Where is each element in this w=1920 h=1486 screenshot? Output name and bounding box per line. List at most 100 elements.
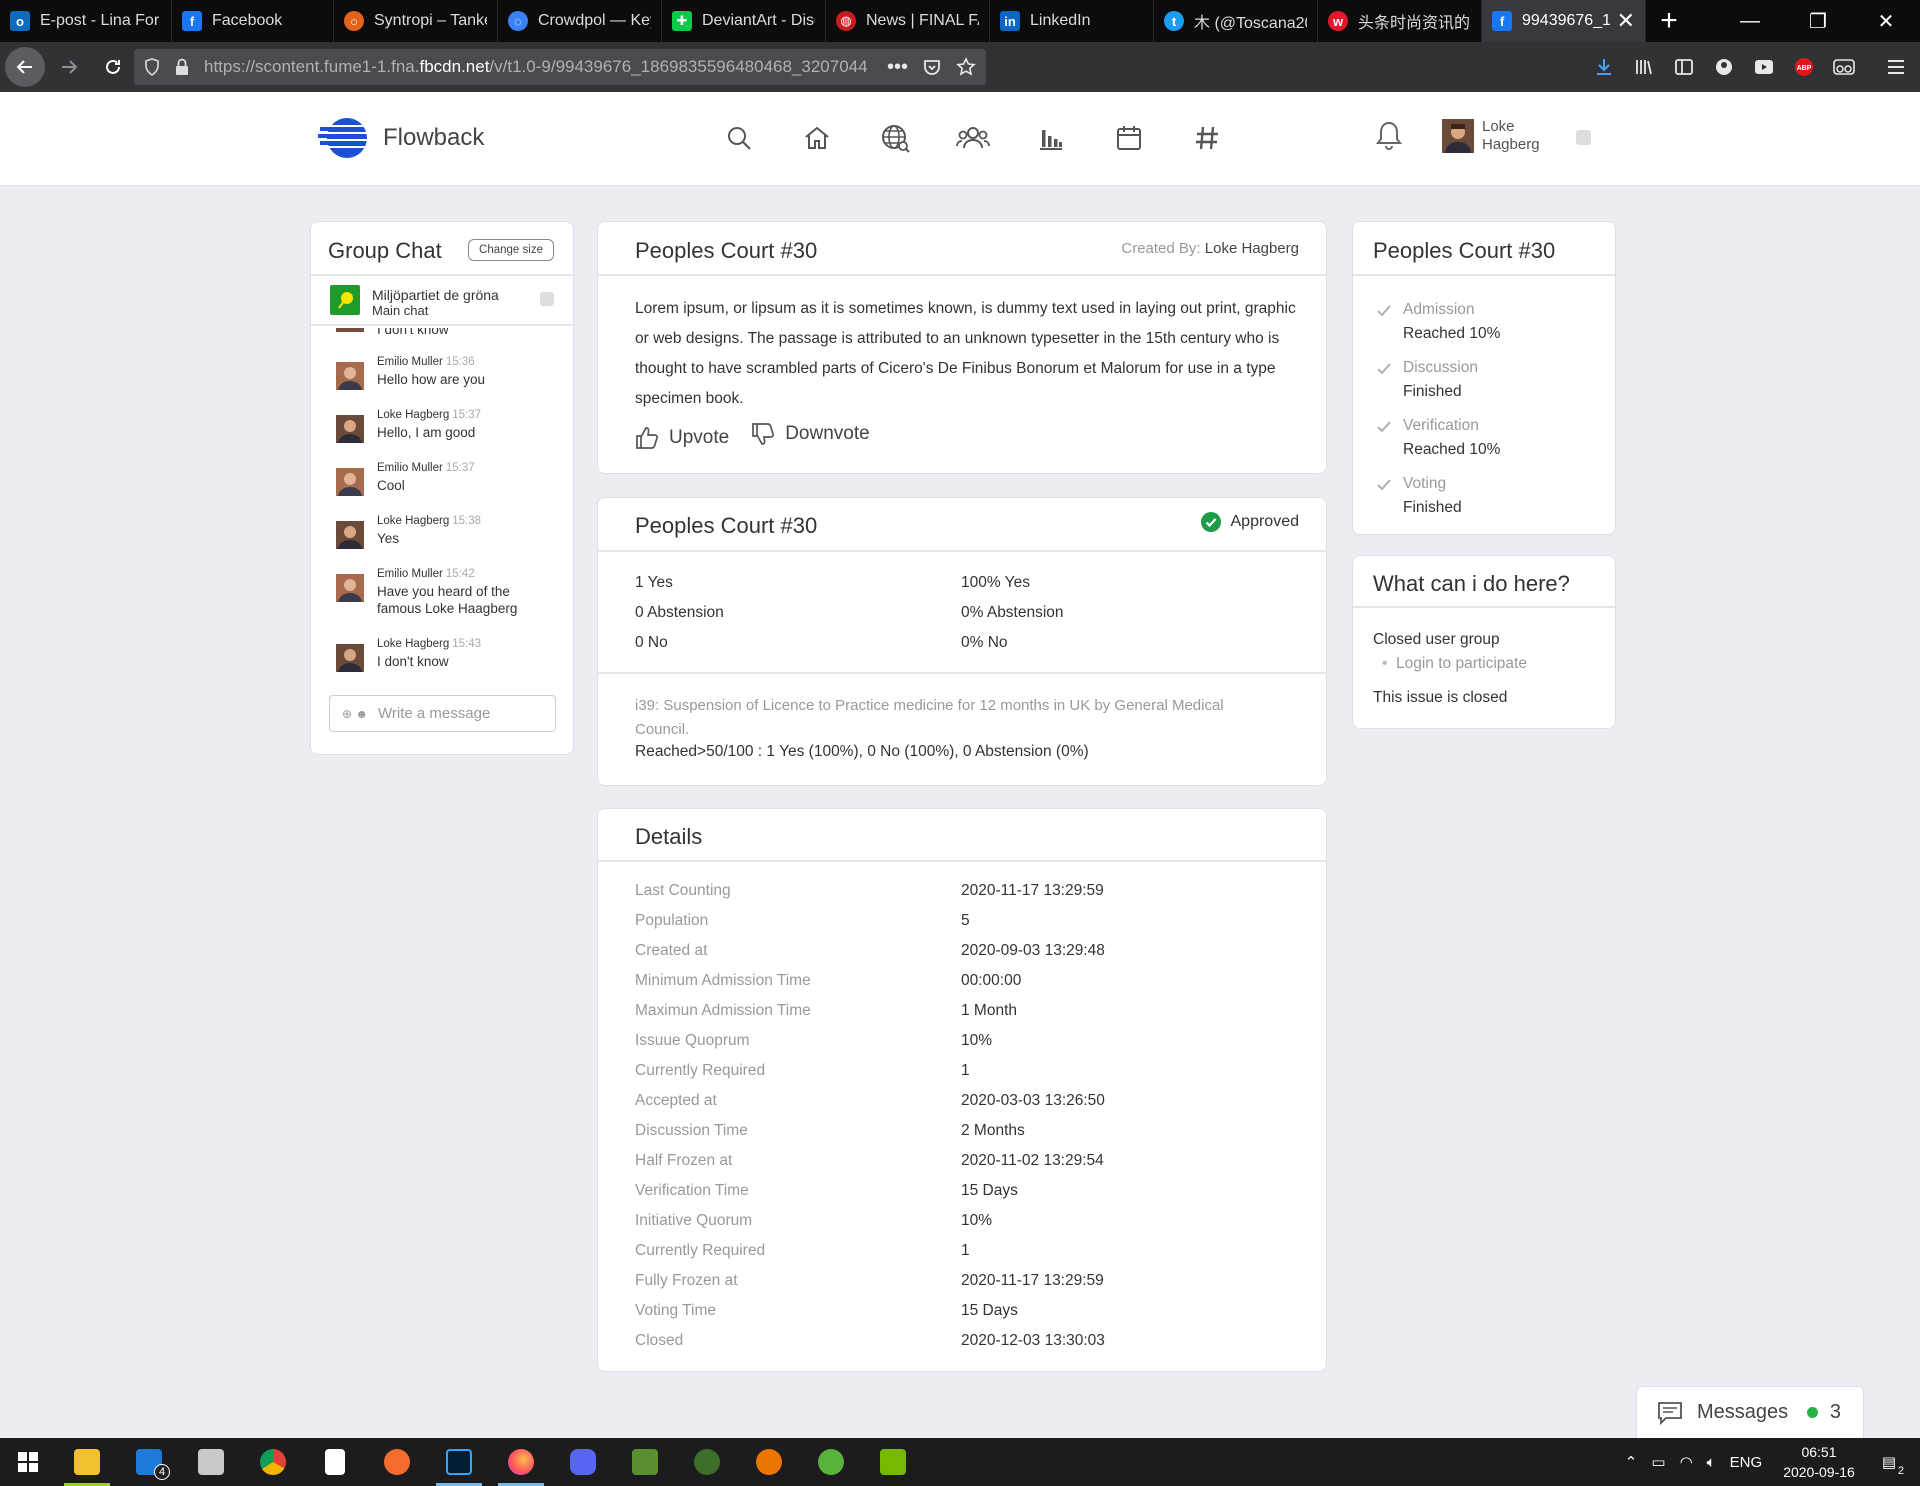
user-dropdown-icon[interactable]: [1576, 130, 1591, 145]
chat-message-input-wrap[interactable]: ⊕ ☻: [329, 695, 556, 732]
nav-statistics[interactable]: [1012, 118, 1090, 158]
downvote-button[interactable]: Downvote: [751, 422, 870, 446]
extension-glasses-icon[interactable]: [1824, 42, 1864, 92]
sidebar-icon[interactable]: [1664, 42, 1704, 92]
url-text[interactable]: https://scontent.fume1-1.fna.fbcdn.net/v…: [204, 57, 874, 77]
origin-icon[interactable]: [366, 1438, 428, 1486]
pocket-icon[interactable]: [922, 57, 942, 77]
lock-icon[interactable]: [174, 58, 190, 76]
library-icon[interactable]: [1624, 42, 1664, 92]
language-indicator[interactable]: ENG: [1730, 1454, 1763, 1471]
message-text: Hello how are you: [377, 372, 486, 387]
messages-bar[interactable]: Messages 3: [1636, 1386, 1864, 1438]
chat-message-list[interactable]: I don't know Emilio Muller 15:36 Hello ho…: [311, 328, 573, 688]
notifications-bell[interactable]: [1374, 120, 1404, 152]
chrome-icon[interactable]: [242, 1438, 304, 1486]
restore-icon[interactable]: ❐: [1784, 0, 1852, 42]
battery-icon[interactable]: ▭: [1651, 1453, 1665, 1471]
nav-home[interactable]: [778, 118, 856, 158]
extension-video-icon[interactable]: [1744, 42, 1784, 92]
nav-people[interactable]: [934, 118, 1012, 158]
browser-tab[interactable]: o E-post - Lina For: [0, 0, 172, 42]
page-actions-icon[interactable]: •••: [887, 56, 908, 79]
upvote-button[interactable]: Upvote: [635, 426, 729, 450]
minimize-icon[interactable]: —: [1716, 0, 1784, 42]
printer-app-icon[interactable]: [180, 1438, 242, 1486]
volume-icon[interactable]: 🔈︎: [1707, 1454, 1716, 1471]
back-button[interactable]: [5, 47, 45, 87]
nav-search[interactable]: [700, 118, 778, 158]
result-percent: 0% No: [961, 634, 1008, 651]
nav-calendar[interactable]: [1090, 118, 1168, 158]
download-icon[interactable]: [1584, 42, 1624, 92]
browser-tab[interactable]: ◍ News | FINAL FA: [826, 0, 990, 42]
new-tab-button[interactable]: +: [1646, 0, 1692, 42]
browser-tab-bar: o E-post - Lina For f Facebook ○ Syntrop…: [0, 0, 1920, 42]
hamburger-menu-icon[interactable]: [1876, 42, 1916, 92]
mail-icon[interactable]: 4: [118, 1438, 180, 1486]
reload-button[interactable]: [93, 47, 133, 87]
wifi-icon[interactable]: ◠: [1680, 1453, 1693, 1471]
author-name: Loke Hagberg: [377, 638, 450, 650]
message-author: Emilio Muller 15:37: [377, 462, 475, 474]
detail-value: 2020-09-03 13:29:48: [961, 942, 1105, 959]
browser-tab[interactable]: ✚ DeviantArt - Disc: [662, 0, 826, 42]
issue-status-panel: Peoples Court #30 Admission Reached 10% …: [1352, 221, 1616, 535]
user-menu[interactable]: Loke Hagberg: [1442, 118, 1562, 154]
close-tab-icon[interactable]: ✕: [1611, 8, 1635, 34]
chat-group-selector[interactable]: Miljöpartiet de gröna Main chat: [311, 276, 573, 326]
tab-label: DeviantArt - Disc: [702, 12, 815, 29]
browser-tab-active[interactable]: f 99439676_186 ✕: [1482, 0, 1646, 42]
browser-tab[interactable]: in LinkedIn: [990, 0, 1154, 42]
group-type: Closed user group: [1373, 631, 1500, 648]
clock[interactable]: 06:51 2020-09-16: [1783, 1442, 1855, 1482]
minecraft-icon[interactable]: [614, 1438, 676, 1486]
emoji-icon[interactable]: ⊕ ☻: [342, 707, 368, 721]
bookmark-star-icon[interactable]: [956, 57, 976, 77]
site-logo[interactable]: Flowback: [317, 116, 484, 160]
issue-description: Lorem ipsum, or lipsum as it is sometime…: [635, 300, 1296, 407]
photoshop-icon[interactable]: [428, 1438, 490, 1486]
adblock-icon[interactable]: ABP: [1784, 42, 1824, 92]
sims-icon[interactable]: [800, 1438, 862, 1486]
browser-nav-bar: https://scontent.fume1-1.fna.fbcdn.net/v…: [0, 42, 1920, 92]
flowback-logo-icon: [318, 118, 367, 158]
browser-tab[interactable]: f Facebook: [172, 0, 334, 42]
shield-icon[interactable]: [144, 58, 160, 76]
login-link[interactable]: Login to participate: [1382, 655, 1527, 673]
file-explorer-icon[interactable]: [56, 1438, 118, 1486]
forward-button[interactable]: [49, 47, 89, 87]
browser-tab[interactable]: w 头条时尚资讯的: [1318, 0, 1482, 42]
result-percent: 0% Abstension: [961, 604, 1064, 621]
tab-label: E-post - Lina For: [40, 12, 160, 29]
author-name: Emilio Muller: [377, 462, 443, 474]
notification-center-icon[interactable]: ▤ 2: [1882, 1453, 1904, 1477]
windows-start-icon[interactable]: [0, 1438, 56, 1486]
nav-groups-globe[interactable]: [856, 118, 934, 158]
url-bar[interactable]: https://scontent.fume1-1.fna.fbcdn.net/v…: [134, 49, 986, 85]
message-time: 15:37: [452, 409, 482, 421]
blender-icon[interactable]: [738, 1438, 800, 1486]
user-last-name: Hagberg: [1482, 136, 1540, 153]
result-count: 1 Yes: [635, 574, 673, 591]
nvidia-icon[interactable]: [862, 1438, 924, 1486]
close-window-icon[interactable]: ✕: [1852, 0, 1920, 42]
document-icon[interactable]: [304, 1438, 366, 1486]
firefox-icon[interactable]: [490, 1438, 552, 1486]
status-label: Approved: [1230, 513, 1300, 530]
nav-tags[interactable]: [1168, 118, 1246, 158]
created-by-name[interactable]: Loke Hagberg: [1205, 240, 1299, 257]
change-size-button[interactable]: Change size: [468, 239, 554, 261]
chevron-up-icon[interactable]: ⌃: [1625, 1453, 1638, 1471]
chat-message-input[interactable]: [378, 705, 539, 722]
browser-tab[interactable]: ○ Syntropi – Tanke: [334, 0, 498, 42]
browser-tab[interactable]: t 木 (@Toscana20: [1154, 0, 1318, 42]
game-launcher-icon[interactable]: [676, 1438, 738, 1486]
chevron-down-icon[interactable]: [540, 292, 554, 306]
tab-label: 木 (@Toscana20: [1194, 15, 1307, 32]
discord-icon[interactable]: [552, 1438, 614, 1486]
account-icon[interactable]: [1704, 42, 1744, 92]
detail-value: 00:00:00: [961, 972, 1022, 989]
bell-icon: [1376, 121, 1402, 151]
browser-tab[interactable]: ◌ Crowdpol — Key: [498, 0, 662, 42]
